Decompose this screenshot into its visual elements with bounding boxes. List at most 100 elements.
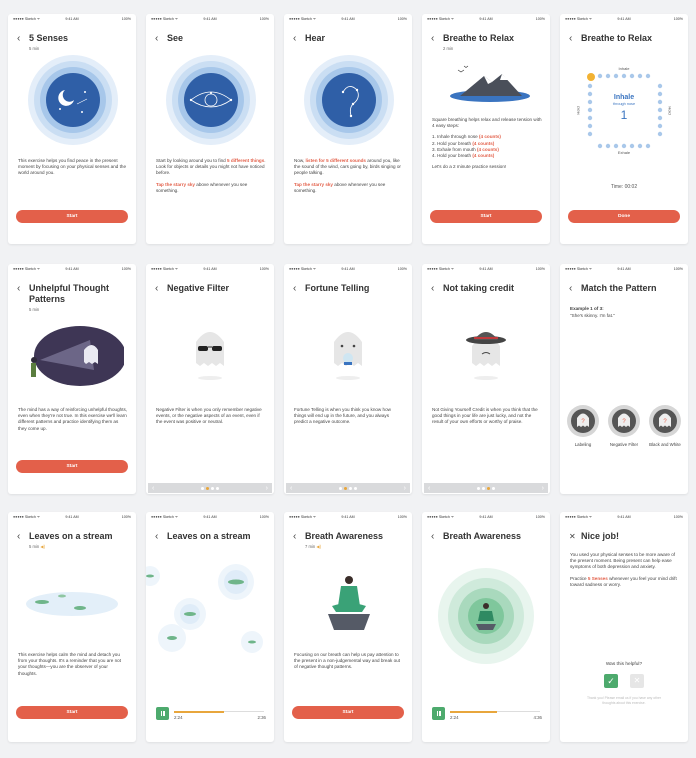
- pause-icon[interactable]: [432, 707, 445, 720]
- back-icon[interactable]: ‹: [17, 283, 26, 294]
- chevron-right-icon[interactable]: ›: [542, 485, 544, 492]
- floating-leaves-animation: [146, 564, 263, 653]
- back-icon[interactable]: ‹: [17, 531, 26, 542]
- option-label: Labeling: [574, 441, 592, 447]
- duration: 7 min ◀): [305, 544, 322, 549]
- start-button[interactable]: Start: [16, 706, 128, 719]
- status-bar: ●●●●● Sketch ᯤ 9:41 AM 100%: [289, 17, 407, 21]
- thumbs-yes-check-icon[interactable]: ✓: [604, 674, 618, 688]
- mountain-lake-illustration: [450, 65, 530, 102]
- speaker-icon[interactable]: ◀): [316, 544, 321, 549]
- chevron-left-icon[interactable]: ‹: [290, 485, 292, 492]
- elapsed-time: 2:24: [174, 715, 183, 720]
- screen-nice-job: ●●●●● Sketch ᯤ 9:41 AM 100% ✕ Nice job! You…: [560, 512, 688, 742]
- screen-breathe-intro: ●●●●● Sketch ᯤ 9:41 AM 100% ‹ Breathe to Re…: [422, 14, 550, 244]
- speaker-icon[interactable]: ◀): [40, 544, 45, 549]
- start-button[interactable]: Start: [16, 210, 128, 223]
- ghost-option-icon: ?: [567, 405, 599, 437]
- back-icon[interactable]: ‹: [293, 283, 302, 294]
- done-button[interactable]: Done: [568, 210, 680, 223]
- screen-hear: ●●●●● Sketch ᯤ 9:41 AM 100% ‹ Hear Now, lis…: [284, 14, 412, 244]
- timer: Time: 00:02: [610, 184, 638, 190]
- status-bar: ●●●●● Sketch ᯤ 9:41 AM 100%: [13, 17, 131, 21]
- page-title: Not taking credit: [443, 283, 515, 293]
- page-title: Breathe to Relax: [581, 33, 653, 43]
- pager: ‹ ›: [148, 483, 272, 493]
- page-dots: [339, 486, 357, 490]
- description: Focusing on our breath can help us pay a…: [294, 652, 400, 670]
- close-icon[interactable]: ✕: [569, 531, 578, 542]
- start-button[interactable]: Start: [292, 706, 404, 719]
- duration: 2 min: [443, 46, 454, 51]
- screen-see: ●●●●● Sketch ᯤ 9:41 AM 100% ‹ See Start by …: [146, 14, 274, 244]
- breathing-rings-illustration: [438, 568, 534, 664]
- pager: ‹ ›: [424, 483, 548, 493]
- audio-player: 2:24 4:36: [432, 707, 542, 721]
- duration: 5 min: [29, 307, 40, 312]
- progress-track[interactable]: [174, 710, 264, 713]
- total-time: 4:36: [533, 715, 542, 720]
- status-bar: ●●●●● Sketch ᯤ 9:41 AM 100%: [289, 515, 407, 519]
- ghost-option-icon: ?: [608, 405, 640, 437]
- back-icon[interactable]: ‹: [431, 33, 440, 44]
- stream-illustration: [26, 592, 118, 616]
- thumbs-no-x-icon[interactable]: ✕: [630, 674, 644, 688]
- summary: You used your physical senses to be more…: [570, 552, 677, 587]
- starry-eye-icon[interactable]: [165, 54, 257, 146]
- chevron-right-icon[interactable]: ›: [404, 485, 406, 492]
- meditating-person-illustration: [328, 576, 370, 630]
- back-icon[interactable]: ‹: [293, 33, 302, 44]
- back-icon[interactable]: ‹: [431, 531, 440, 542]
- pattern-option[interactable]: ? Black and White: [648, 404, 682, 447]
- pattern-option[interactable]: ? Negative Filter: [607, 404, 641, 447]
- status-bar: ●●●●● Sketch ᯤ 9:41 AM 100%: [13, 515, 131, 519]
- page-title: Breath Awareness: [443, 531, 522, 541]
- status-bar: ●●●●● Sketch ᯤ 9:41 AM 100%: [565, 17, 683, 21]
- count: 1: [620, 108, 628, 122]
- ghost-option-icon: ?: [649, 405, 681, 437]
- back-icon[interactable]: ‹: [293, 531, 302, 542]
- page-title: Negative Filter: [167, 283, 230, 293]
- progress-fill: [174, 710, 224, 713]
- starry-ear-icon[interactable]: [303, 54, 395, 146]
- option-label: Negative Filter: [609, 441, 639, 447]
- phase-label: Inhale: [613, 94, 635, 101]
- page-dots: [201, 486, 219, 490]
- status-bar: ●●●●● Sketch ᯤ 9:41 AM 100%: [151, 515, 269, 519]
- screen-5-senses: ●●●●● Sketch ᯤ 9:41 AM 100% ‹ 5 Senses 5 mi…: [8, 14, 136, 244]
- duration: 5 min ◀): [29, 544, 46, 549]
- back-icon[interactable]: ‹: [155, 283, 164, 294]
- label-inhale: Inhale: [618, 66, 630, 71]
- step-item: 4. Hold your breath (4 counts): [432, 153, 495, 159]
- phase-hint: through nose: [612, 102, 636, 106]
- back-icon[interactable]: ‹: [431, 283, 440, 294]
- duration: 5 min: [29, 46, 40, 51]
- pause-icon[interactable]: [156, 707, 169, 720]
- back-icon[interactable]: ‹: [569, 283, 578, 294]
- pattern-option[interactable]: ? Labeling: [566, 404, 600, 447]
- status-bar: ●●●●● Sketch ᯤ 9:41 AM 100%: [13, 267, 131, 271]
- night-sky-icon[interactable]: [27, 54, 119, 146]
- start-button[interactable]: Start: [430, 210, 542, 223]
- page-title: Breathe to Relax: [443, 33, 515, 43]
- description: Negative Filter is when you only remembe…: [156, 407, 262, 425]
- chevron-left-icon[interactable]: ‹: [152, 485, 154, 492]
- back-icon[interactable]: ‹: [155, 531, 164, 542]
- hat-ghost-icon: [466, 332, 506, 380]
- description: This exercise helps you find peace in th…: [18, 158, 127, 176]
- status-bar: ●●●●● Sketch ᯤ 9:41 AM 100%: [151, 17, 269, 21]
- description: Now, listen for 5 different sounds aroun…: [294, 158, 401, 193]
- page-title: Nice job!: [581, 531, 620, 541]
- description: This exercise helps calm the mind and de…: [18, 652, 122, 676]
- back-icon[interactable]: ‹: [569, 33, 578, 44]
- progress-track[interactable]: [450, 710, 540, 713]
- page-title: 5 Senses: [29, 33, 69, 43]
- screen-negative-filter: ●●●●● Sketch ᯤ 9:41 AM 100% ‹ Negative Filt…: [146, 264, 274, 494]
- chevron-left-icon[interactable]: ‹: [428, 485, 430, 492]
- chevron-right-icon[interactable]: ›: [266, 485, 268, 492]
- start-button[interactable]: Start: [16, 460, 128, 473]
- back-icon[interactable]: ‹: [155, 33, 164, 44]
- status-bar: ●●●●● Sketch ᯤ 9:41 AM 100%: [565, 267, 683, 271]
- page-title: Breath Awareness: [305, 531, 384, 541]
- back-icon[interactable]: ‹: [17, 33, 26, 44]
